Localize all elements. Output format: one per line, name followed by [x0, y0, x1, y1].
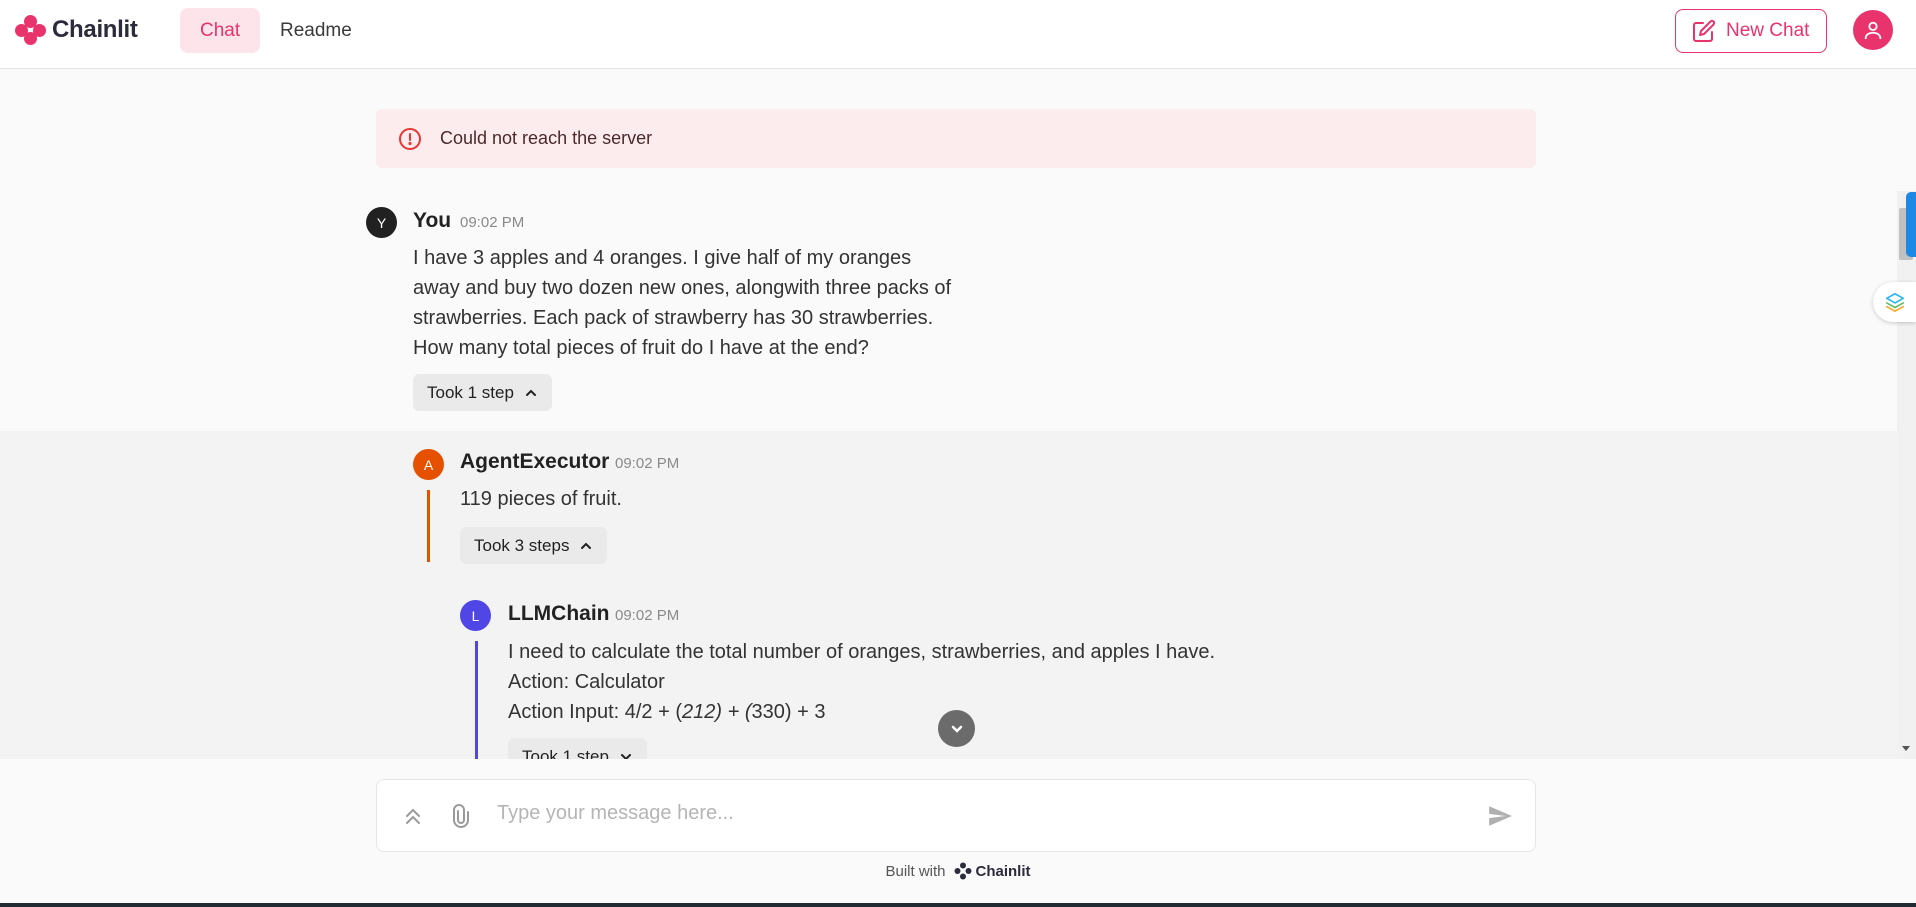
- chainlit-logo[interactable]: Chainlit: [15, 15, 138, 45]
- chevron-down-icon: [951, 725, 962, 733]
- steps-label: Took 3 steps: [474, 535, 570, 555]
- window-bottom-edge: [0, 903, 1916, 907]
- message-author: LLMChain: [508, 602, 610, 625]
- user-icon: [1864, 21, 1882, 40]
- built-with-footer: Built with Chainlit: [0, 862, 1916, 880]
- side-widget-button[interactable]: [1873, 282, 1916, 322]
- steps-label: Took 1 step: [427, 382, 514, 402]
- tab-chat[interactable]: Chat: [180, 8, 261, 53]
- message-time: 09:02 PM: [615, 607, 680, 624]
- message-time: 09:02 PM: [615, 455, 680, 472]
- steps-toggle-button[interactable]: Took 1 step: [413, 374, 552, 411]
- llm-message-line: Action Input: 4/2 + (212) + (330) + 3: [508, 701, 826, 723]
- llm-message-line: Action: Calculator: [508, 671, 665, 693]
- chevron-double-up-icon[interactable]: [401, 804, 425, 828]
- send-icon[interactable]: [1487, 803, 1513, 829]
- agent-message-text: 119 pieces of fruit.: [460, 488, 622, 510]
- steps-toggle-button[interactable]: Took 3 steps: [460, 527, 608, 564]
- llm-message-line: I need to calculate the total number of …: [508, 641, 1216, 663]
- paperclip-icon[interactable]: [449, 803, 473, 829]
- new-chat-button[interactable]: New Chat: [1675, 9, 1827, 53]
- llm-chain-step-line: [475, 641, 478, 759]
- message-author: AgentExecutor: [460, 450, 610, 473]
- message-author: You: [413, 209, 452, 232]
- top-header: Chainlit Chat Readme New Chat: [0, 0, 1916, 69]
- agent-executor-avatar: A: [413, 449, 444, 480]
- chainlit-logo-icon: [15, 15, 47, 45]
- agent-step-panel: [0, 431, 1897, 759]
- messages-container: Could not reach the server Y You 09:02 P…: [0, 69, 1916, 759]
- chevron-down-icon: [620, 753, 631, 759]
- scroll-indicator: [1906, 192, 1916, 257]
- footer-brand-link[interactable]: Chainlit: [954, 862, 1031, 880]
- steps-label: Took 1 step: [522, 746, 609, 760]
- chevron-up-icon: [525, 389, 536, 396]
- error-text: Could not reach the server: [440, 128, 653, 148]
- brand-name: Chainlit: [52, 16, 138, 43]
- llm-chain-avatar: L: [460, 600, 491, 631]
- tab-readme[interactable]: Readme: [260, 8, 372, 53]
- message-time: 09:02 PM: [460, 214, 525, 231]
- scrollbar-track[interactable]: [1897, 191, 1916, 759]
- agent-executor-step-line: [427, 490, 430, 562]
- user-message-text: I have 3 apples and 4 oranges. I give ha…: [413, 247, 952, 359]
- chainlit-logo-icon: [954, 862, 972, 880]
- user-menu-button[interactable]: [1853, 10, 1893, 50]
- edit-icon: [1693, 19, 1716, 42]
- scroll-to-bottom-button[interactable]: [938, 710, 975, 747]
- alert-circle-icon: [399, 127, 421, 150]
- scroll-down-arrow[interactable]: [1901, 740, 1911, 751]
- built-with-text: Built with: [885, 862, 946, 880]
- message-composer: [376, 779, 1536, 852]
- error-alert: Could not reach the server: [376, 109, 1536, 168]
- message-input[interactable]: [497, 802, 1457, 825]
- new-chat-label: New Chat: [1726, 20, 1810, 41]
- layers-icon: [1885, 292, 1904, 312]
- caret-down-icon: [1902, 746, 1910, 751]
- user-avatar: Y: [366, 207, 397, 238]
- chevron-up-icon: [581, 542, 592, 549]
- steps-toggle-button[interactable]: Took 1 step: [508, 738, 647, 759]
